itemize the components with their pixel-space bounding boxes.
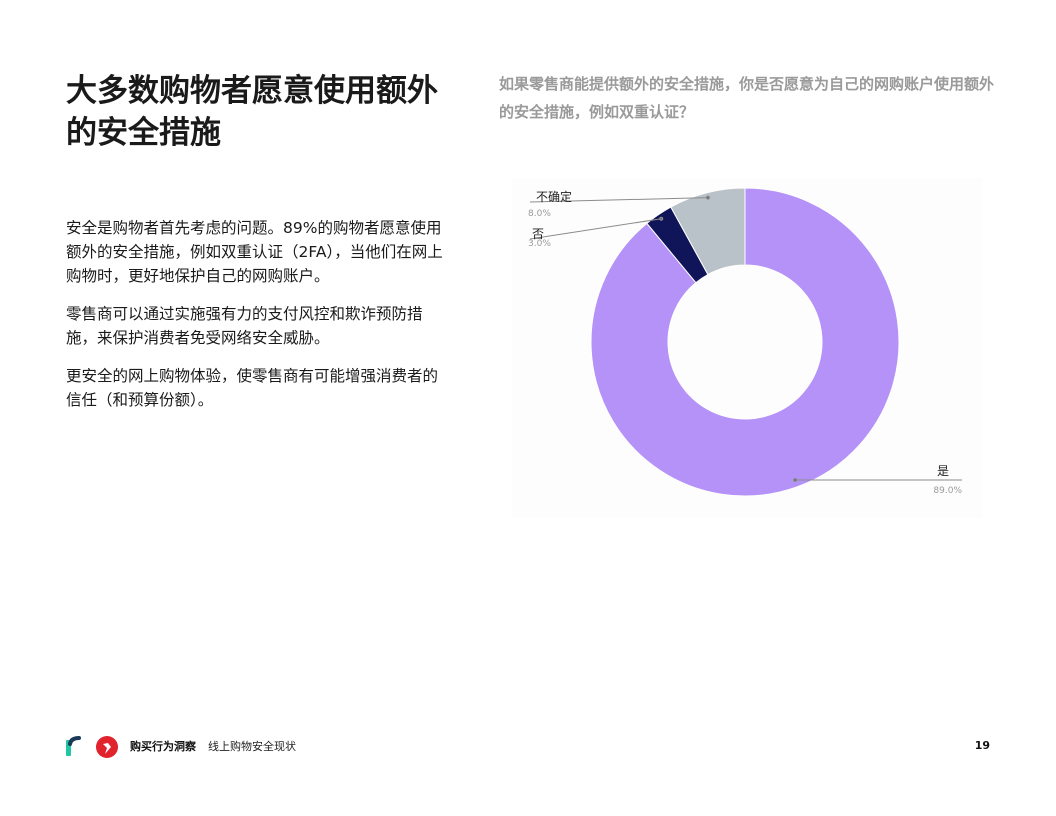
leader-dot-2 [705, 195, 710, 200]
footer-subtitle: 线上购物安全现状 [208, 740, 296, 753]
body-text: 安全是购物者首先考虑的问题。89%的购物者愿意使用额外的安全措施，例如双重认证（… [66, 216, 451, 426]
paragraph-3: 更安全的网上购物体验，使零售商有可能增强消费者的信任（和预算份额）。 [66, 367, 439, 409]
slice-label-2: 不确定 [536, 189, 572, 204]
brand-mark-icon [66, 736, 81, 756]
partner-logo-icon [96, 736, 118, 758]
paragraph-1: 安全是购物者首先考虑的问题。89%的购物者愿意使用额外的安全措施，例如双重认证（… [66, 219, 443, 285]
donut-chart: 是89.0%否3.0%不确定8.0% [512, 178, 982, 518]
leader-dot-1 [659, 216, 664, 221]
slice-label-0: 是 [937, 464, 949, 478]
slice-value-1: 3.0% [528, 239, 551, 249]
slice-value-2: 8.0% [528, 209, 551, 219]
footer-brand: 购买行为洞察 [130, 740, 196, 753]
paragraph-2: 零售商可以通过实施强有力的支付风控和欺诈预防措施，来保护消费者免受网络安全威胁。 [66, 305, 423, 347]
leader-dot-0 [793, 478, 798, 482]
slice-value-0: 89.0% [933, 486, 962, 496]
page-title: 大多数购物者愿意使用额外的安全措施 [66, 73, 438, 151]
chart-question: 如果零售商能提供额外的安全措施，你是否愿意为自己的网购账户使用额外的安全措施，例… [499, 75, 995, 121]
page-number: 19 [974, 739, 990, 752]
